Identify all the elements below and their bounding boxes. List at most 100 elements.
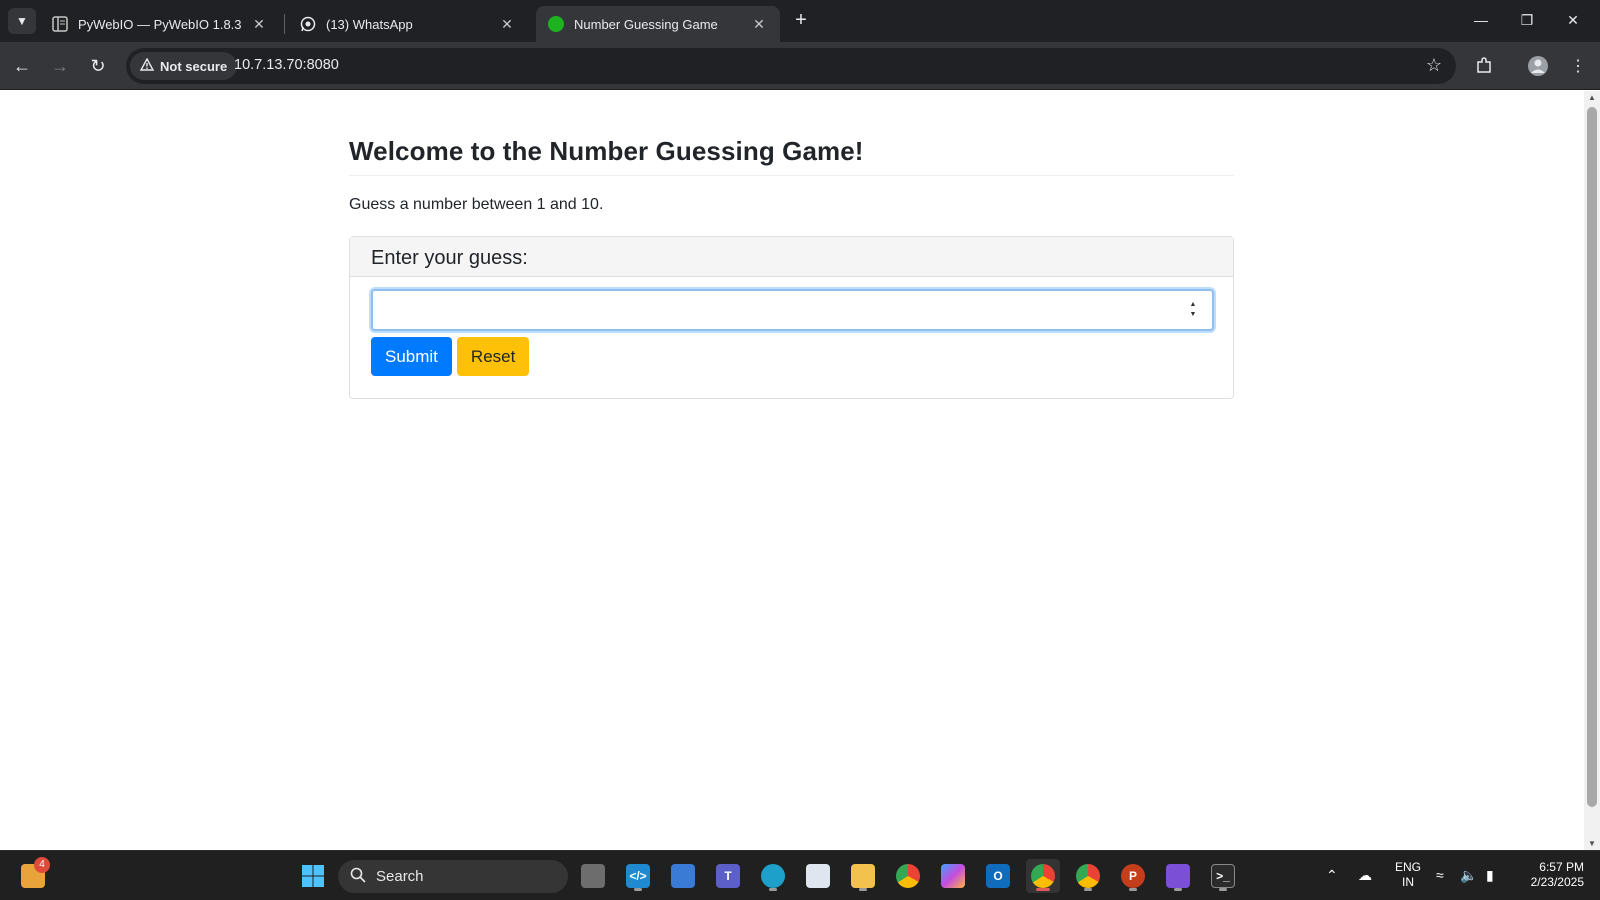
warning-icon [139,57,155,74]
terminal-icon: >_ [1211,864,1235,888]
teams-icon: T [716,864,740,888]
doc-icon [52,16,68,32]
onedrive-icon[interactable]: ☁ [1358,867,1372,884]
clock[interactable]: 6:57 PM 2/23/2025 [1514,860,1584,890]
taskbar-teams[interactable]: T [711,859,745,893]
outlook-icon: O [986,864,1010,888]
search-label: Search [376,868,424,885]
scroll-up-icon[interactable]: ▲ [1587,93,1597,102]
tab-number-guessing-game[interactable]: Number Guessing Game ✕ [536,6,780,42]
active-indicator [1036,888,1050,891]
taskbar-store[interactable] [666,859,700,893]
extensions-icon[interactable] [1470,52,1498,80]
back-icon[interactable]: ← [8,52,36,80]
running-indicator [1174,888,1182,891]
reload-icon[interactable]: ↻ [84,52,112,80]
powerpoint-icon: P [1121,864,1145,888]
guess-number-field: ▲ ▼ [371,289,1214,331]
close-icon[interactable]: ✕ [498,15,516,33]
volume-icon[interactable]: 🔈 [1460,867,1477,884]
scrollbar-thumb[interactable] [1587,107,1597,807]
tab-title: (13) WhatsApp [326,16,413,32]
edge-icon [761,864,785,888]
chevron-down-icon: ▼ [16,14,28,28]
wifi-icon[interactable]: ≈ [1436,867,1444,883]
reset-button[interactable]: Reset [456,337,530,376]
whatsapp-icon [300,16,316,32]
start-button[interactable] [296,859,330,893]
windows-logo-icon [302,865,324,887]
taskbar-copilot[interactable] [936,859,970,893]
restore-icon[interactable]: ❐ [1504,0,1550,40]
spin-up-icon[interactable]: ▲ [1190,301,1197,309]
browser-toolbar: ← → ↻ Not secure 10.7.13.70:8080 ☆ ⋮ [0,42,1600,90]
address-bar[interactable]: Not secure 10.7.13.70:8080 ☆ [126,48,1456,84]
tab-pywebio[interactable]: PyWebIO — PyWebIO 1.8.3 doc ✕ [40,6,280,42]
language-indicator[interactable]: ENG IN [1394,860,1422,890]
close-icon[interactable]: ✕ [250,15,268,33]
taskbar-chrome-active[interactable] [1026,859,1060,893]
close-icon[interactable]: ✕ [750,15,768,33]
running-indicator [1219,888,1227,891]
taskbar: 4 Search </> T O P >_ ⌃ ☁ ENG IN ≈ 🔈 ▮ 6… [0,850,1600,900]
region-code: IN [1402,875,1414,889]
taskbar-edge[interactable] [756,859,790,893]
task-view-icon [581,864,605,888]
clock-time: 6:57 PM [1539,860,1584,874]
guess-form-body: ▲ ▼ Submit Reset [350,277,1233,398]
minimize-icon[interactable]: — [1458,0,1504,40]
guess-input[interactable] [373,291,1212,329]
taskbar-vs-code[interactable]: </> [621,859,655,893]
window-close-icon[interactable]: ✕ [1550,0,1596,40]
chevron-up-icon[interactable]: ⌃ [1326,867,1338,884]
search-icon [350,867,366,887]
chrome-profile-icon [1076,864,1100,888]
tab-separator [284,14,285,34]
forward-icon[interactable]: → [46,52,74,80]
taskbar-search[interactable]: Search [338,860,568,893]
guess-form-label: Enter your guess: [350,237,1233,277]
notepad-icon [806,864,830,888]
copilot-icon [941,864,965,888]
page-scrollbar[interactable]: ▲ ▼ [1584,91,1600,850]
guess-form-card: Enter your guess: ▲ ▼ Submit Reset [349,236,1234,399]
chrome-icon [896,864,920,888]
bookmark-star-icon[interactable]: ☆ [1426,55,1442,76]
new-tab-button[interactable]: + [790,10,812,32]
taskbar-terminal[interactable]: >_ [1206,859,1240,893]
tab-whatsapp[interactable]: (13) WhatsApp ✕ [288,6,528,42]
running-indicator [859,888,867,891]
running-indicator [1084,888,1092,891]
tab-search-button[interactable]: ▼ [8,8,36,34]
vs-code-icon: </> [626,864,650,888]
submit-button[interactable]: Submit [371,337,452,376]
taskbar-clipchamp[interactable] [1161,859,1195,893]
instructions-text: Guess a number between 1 and 10. [349,196,604,213]
running-indicator [1129,888,1137,891]
profile-avatar[interactable] [1524,52,1552,80]
scroll-down-icon[interactable]: ▼ [1587,839,1597,848]
chrome-icon [1031,864,1055,888]
tab-strip: ▼ PyWebIO — PyWebIO 1.8.3 doc ✕ (13) Wha… [0,0,1600,42]
url-text[interactable]: 10.7.13.70:8080 [234,57,339,73]
security-label: Not secure [160,58,228,74]
menu-kebab-icon[interactable]: ⋮ [1564,52,1592,80]
spin-down-icon[interactable]: ▼ [1190,311,1197,319]
taskbar-notepad[interactable] [801,859,835,893]
taskbar-chrome[interactable] [891,859,925,893]
content-container: Welcome to the Number Guessing Game! Gue… [349,136,1234,399]
taskbar-task-view[interactable] [576,859,610,893]
running-indicator [634,888,642,891]
taskbar-chrome-profile[interactable] [1071,859,1105,893]
green-dot-icon [548,16,564,32]
taskbar-file-explorer[interactable] [846,859,880,893]
microsoft-store-icon [671,864,695,888]
running-indicator [769,888,777,891]
file-explorer-icon [851,864,875,888]
taskbar-outlook[interactable]: O [981,859,1015,893]
tab-title: Number Guessing Game [574,16,718,32]
security-chip[interactable]: Not secure [130,52,238,80]
taskbar-powerpoint[interactable]: P [1116,859,1150,893]
number-spinner[interactable]: ▲ ▼ [1188,301,1198,319]
battery-icon[interactable]: ▮ [1486,867,1494,884]
